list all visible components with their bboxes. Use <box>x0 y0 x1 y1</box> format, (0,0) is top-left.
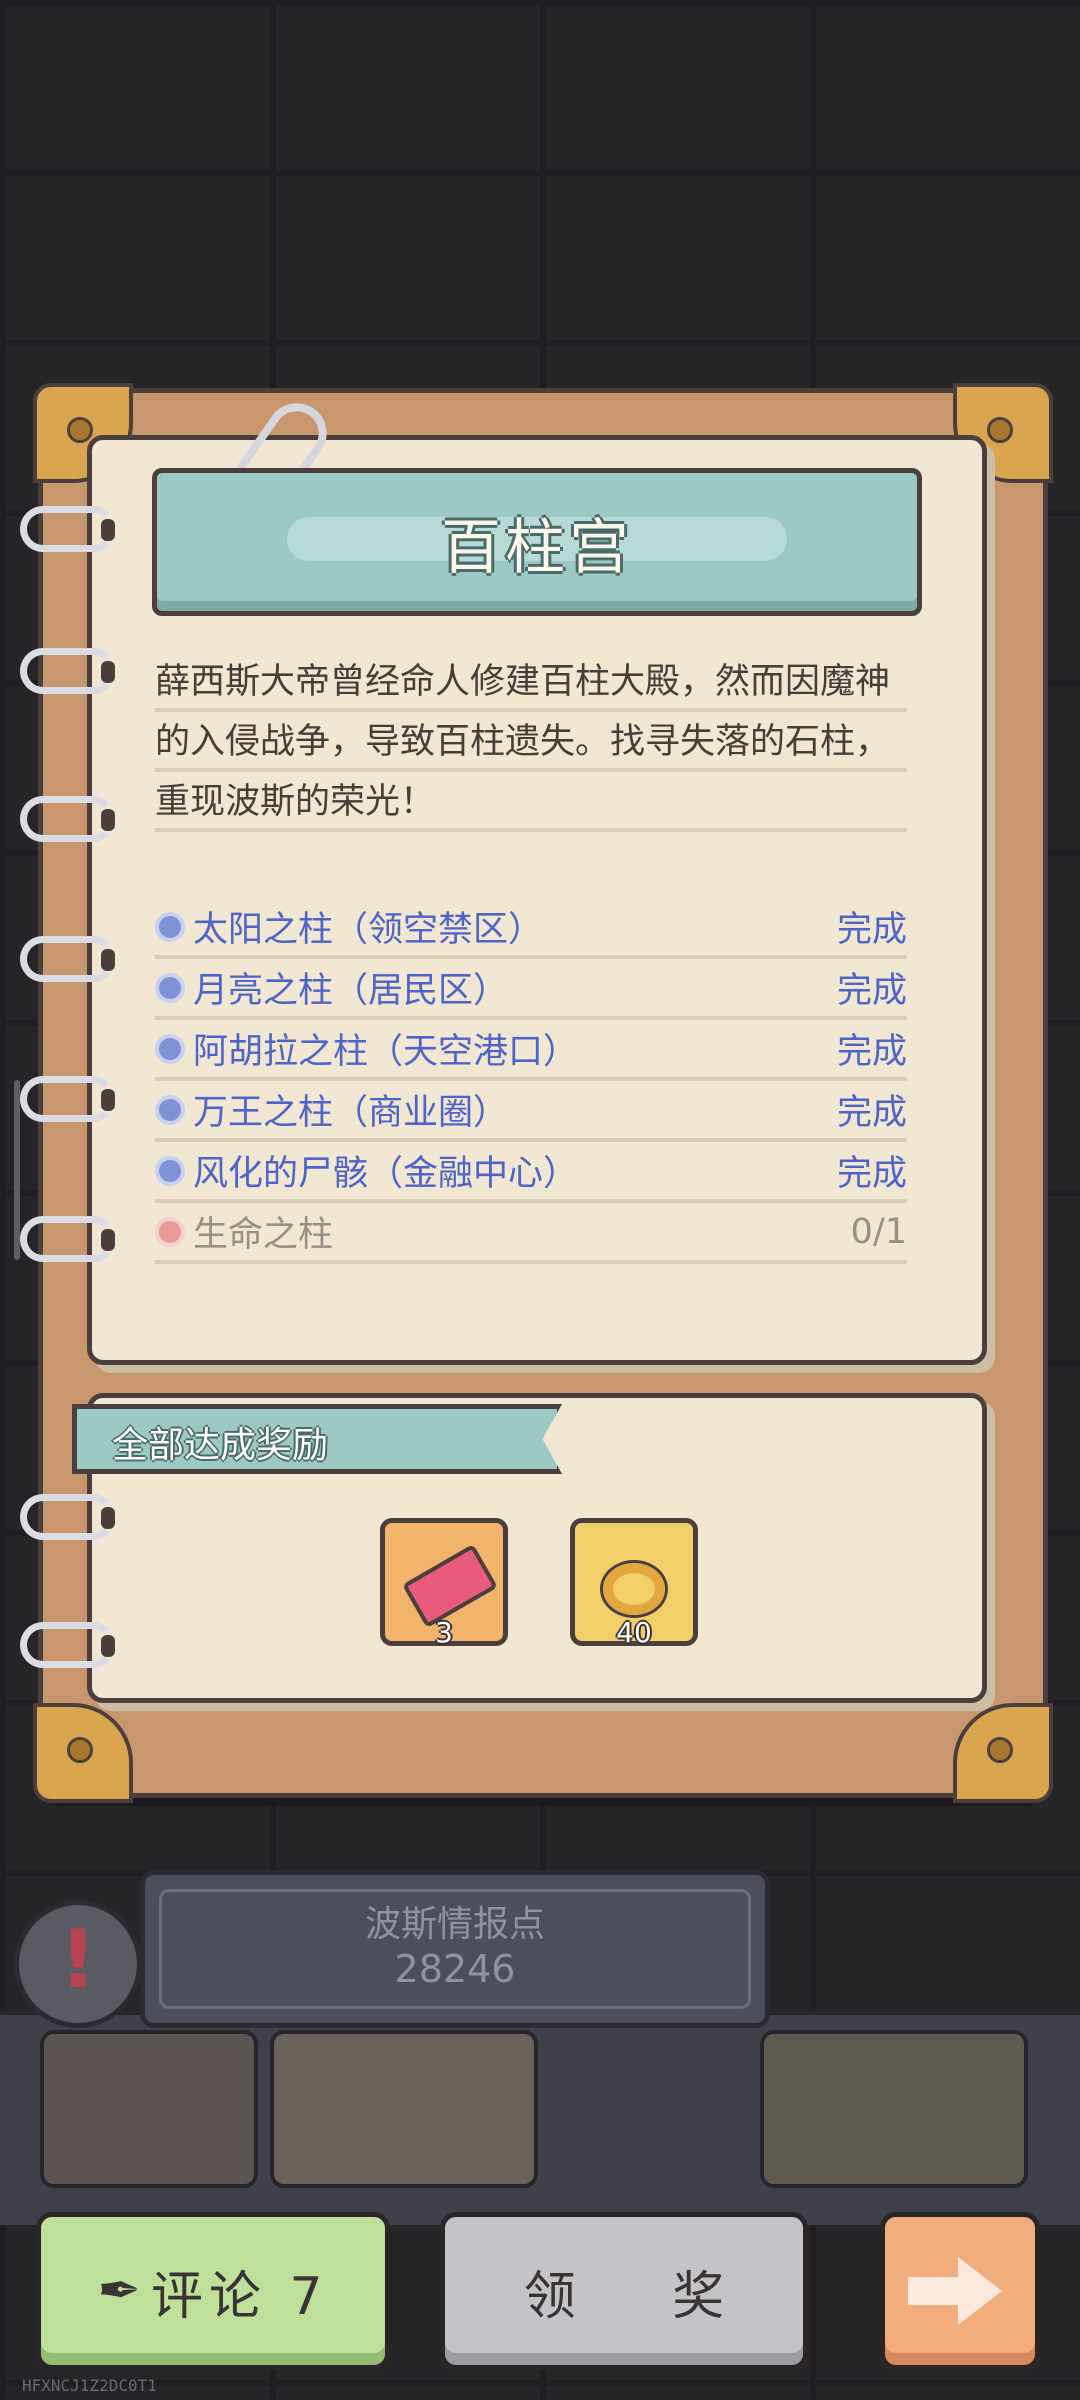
alert-icon[interactable]: ! <box>14 1900 142 2028</box>
quest-progress: 0/1 <box>850 1211 907 1252</box>
binder-ring-icon <box>20 648 116 694</box>
quest-status: 完成 <box>836 971 907 1011</box>
binder-ring-icon <box>20 936 116 982</box>
status-dot-icon <box>155 1155 185 1186</box>
arrow-right-icon <box>908 2257 1002 2325</box>
status-dot-icon <box>155 1033 185 1064</box>
quest-item[interactable]: 万王之柱（商业圈） 完成 <box>155 1081 907 1142</box>
quest-status: 完成 <box>836 1032 907 1072</box>
quest-description: 薛西斯大帝曾经命人修建百柱大殿，然而因魔神的入侵战争，导致百柱遗失。找寻失落的石… <box>155 652 907 832</box>
quest-name: 风化的尸骸（金融中心） <box>193 1154 579 1194</box>
corner-bracket <box>953 1703 1053 1803</box>
reward-label: 全部达成奖励 <box>112 1425 329 1466</box>
reward-item-ring[interactable]: 40 <box>570 1518 698 1649</box>
binder-ring-icon <box>20 1216 116 1262</box>
quest-item[interactable]: 月亮之柱（居民区） 完成 <box>155 959 907 1020</box>
item-count: 3 <box>435 1616 453 1649</box>
papers-decoration <box>270 2030 538 2188</box>
next-button[interactable] <box>880 2212 1040 2370</box>
quest-name: 阿胡拉之柱（天空港口） <box>193 1032 579 1072</box>
quest-item[interactable]: 生命之柱 0/1 <box>155 1203 907 1264</box>
intel-label: 波斯情报点 <box>364 1904 545 1945</box>
status-dot-icon <box>155 972 185 1003</box>
comment-button[interactable]: ✒ 评论 7 <box>36 2212 390 2370</box>
status-dot-icon <box>155 911 185 942</box>
quest-list: 太阳之柱（领空禁区） 完成 月亮之柱（居民区） 完成 阿胡拉之柱（天空港口） 完… <box>155 898 907 1264</box>
status-dot-icon <box>155 1216 185 1247</box>
intel-board: 波斯情报点 28246 <box>140 1870 770 2028</box>
quill-icon: ✒ <box>97 2261 141 2321</box>
title-banner: 百柱宫 <box>152 468 922 616</box>
gold-ring-icon <box>603 1563 665 1615</box>
quest-name: 万王之柱（商业圈） <box>193 1093 509 1133</box>
comment-label: 评论 7 <box>150 2266 329 2327</box>
quest-status: 完成 <box>836 1154 907 1194</box>
claim-label: 领 奖 <box>523 2266 765 2327</box>
book-stack-decoration <box>40 2030 258 2188</box>
binder-ring-icon <box>20 1494 116 1540</box>
exclamation-icon: ! <box>59 1913 97 2006</box>
item-count: 40 <box>616 1616 652 1649</box>
quest-item[interactable]: 阿胡拉之柱（天空港口） 完成 <box>155 1020 907 1081</box>
binder-ring-icon <box>20 506 116 552</box>
quest-name: 生命之柱 <box>193 1215 334 1255</box>
quest-status: 完成 <box>836 1093 907 1133</box>
intel-value: 28246 <box>394 1947 516 1991</box>
page-title: 百柱宫 <box>441 513 633 583</box>
quest-item[interactable]: 太阳之柱（领空禁区） 完成 <box>155 898 907 959</box>
reward-item-ticket[interactable]: 3 <box>380 1518 508 1649</box>
corner-bracket <box>33 1703 133 1803</box>
device-id-watermark: HFXNCJ1Z2DC0T1 <box>22 2376 157 2395</box>
quest-item[interactable]: 风化的尸骸（金融中心） 完成 <box>155 1142 907 1203</box>
treasure-chest-decoration <box>760 2030 1028 2188</box>
quest-status: 完成 <box>836 910 907 950</box>
quest-name: 月亮之柱（居民区） <box>193 971 509 1011</box>
status-dot-icon <box>155 1094 185 1125</box>
binder-ring-icon <box>20 796 116 842</box>
side-scroll-indicator <box>14 1080 20 1260</box>
claim-reward-button[interactable]: 领 奖 <box>440 2212 808 2370</box>
quest-name: 太阳之柱（领空禁区） <box>193 910 544 950</box>
binder-ring-icon <box>20 1076 116 1122</box>
binder-ring-icon <box>20 1622 116 1668</box>
